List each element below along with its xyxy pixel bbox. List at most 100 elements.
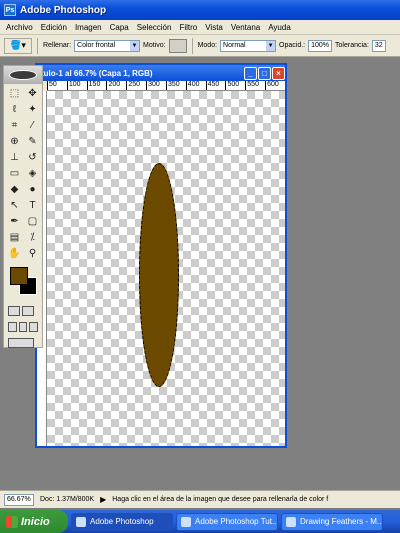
mode-label: Modo: — [197, 42, 218, 49]
ruler-tick: 400 — [185, 81, 206, 90]
ruler-tick: 550 — [245, 81, 265, 90]
eraser-tool-icon[interactable]: ▭ — [6, 166, 23, 181]
horizontal-ruler: 50 100 150 200 250 300 350 400 450 500 5… — [47, 81, 285, 91]
ruler-tick: 50 — [47, 81, 67, 90]
task-label: Drawing Feathers - M... — [300, 517, 383, 526]
menu-vista[interactable]: Vista — [201, 23, 227, 32]
paint-bucket-tool-icon[interactable]: ◈ — [24, 166, 41, 181]
photoshop-icon: Ps — [4, 4, 16, 16]
path-selection-tool-icon[interactable]: ↖ — [6, 198, 23, 213]
document-title-bar: tulo-1 al 66.7% (Capa 1, RGB) _ □ × — [37, 65, 285, 81]
menu-ventana[interactable]: Ventana — [227, 23, 264, 32]
tool-grid: ⬚ ✥ ℓ ✦ ⌗ ⁄ ⊕ ✎ ⊥ ↺ ▭ ◈ ◆ ● ↖ T ✒ ▢ ▤ ⁒ … — [4, 84, 42, 263]
healing-brush-tool-icon[interactable]: ⊕ — [6, 134, 23, 149]
menu-filtro[interactable]: Filtro — [175, 23, 201, 32]
move-tool-icon[interactable]: ✥ — [24, 86, 41, 101]
clone-stamp-tool-icon[interactable]: ⊥ — [6, 150, 23, 165]
color-swatches — [6, 267, 40, 299]
document-window: tulo-1 al 66.7% (Capa 1, RGB) _ □ × 50 1… — [35, 63, 287, 448]
imageready-row — [4, 335, 42, 351]
toolbox: ⬚ ✥ ℓ ✦ ⌗ ⁄ ⊕ ✎ ⊥ ↺ ▭ ◈ ◆ ● ↖ T ✒ ▢ ▤ ⁒ … — [3, 65, 43, 348]
paint-bucket-preset-icon[interactable]: 🪣▾ — [4, 37, 32, 54]
ruler-tick: 600 — [265, 81, 285, 90]
dodge-tool-icon[interactable]: ● — [24, 182, 41, 197]
crop-tool-icon[interactable]: ⌗ — [6, 118, 23, 133]
tolerance-input[interactable]: 32 — [371, 39, 386, 52]
menu-archivo[interactable]: Archivo — [2, 23, 37, 32]
shape-tool-icon[interactable]: ▢ — [24, 214, 41, 229]
feather-shape-selection[interactable] — [139, 163, 179, 387]
slice-tool-icon[interactable]: ⁄ — [24, 118, 41, 133]
eyedropper-tool-icon[interactable]: ⁒ — [24, 230, 41, 245]
ruler-tick: 250 — [126, 81, 146, 90]
windows-flag-icon — [6, 515, 18, 528]
document-canvas[interactable] — [47, 91, 285, 446]
magic-wand-tool-icon[interactable]: ✦ — [24, 102, 41, 117]
tolerance-label: Tolerancia: — [335, 42, 369, 49]
pattern-label: Motivo: — [143, 42, 166, 49]
menu-imagen[interactable]: Imagen — [71, 23, 106, 32]
minimize-icon[interactable]: _ — [244, 66, 257, 80]
jump-to-imageready-icon[interactable] — [8, 338, 34, 348]
blur-tool-icon[interactable]: ◆ — [6, 182, 23, 197]
lasso-tool-icon[interactable]: ℓ — [6, 102, 23, 117]
photoshop-eye-icon — [9, 70, 37, 80]
full-screen-icon[interactable] — [29, 322, 39, 332]
ruler-tick: 500 — [225, 81, 245, 90]
history-brush-tool-icon[interactable]: ↺ — [24, 150, 41, 165]
ruler-tick: 450 — [205, 81, 226, 90]
taskbar: Inicio Adobe Photoshop Adobe Photoshop T… — [0, 510, 400, 533]
standard-screen-icon[interactable] — [8, 322, 17, 332]
separator — [191, 37, 193, 54]
pen-tool-icon[interactable]: ✒ — [6, 214, 23, 229]
status-menu-icon[interactable]: ▶ — [100, 495, 106, 504]
task-drawing-feathers[interactable]: Drawing Feathers - M... — [281, 512, 383, 531]
menu-bar: Archivo Edición Imagen Capa Selección Fi… — [0, 20, 400, 35]
standard-mode-icon[interactable] — [8, 306, 20, 316]
fill-label: Rellenar: — [43, 42, 72, 49]
close-icon[interactable]: × — [272, 66, 285, 80]
status-bar: 66.67% Doc: 1.37M/800K ▶ Haga clic en el… — [0, 490, 400, 508]
status-hint: Haga clic en el área de la imagen que de… — [112, 496, 329, 503]
hand-tool-icon[interactable]: ✋ — [6, 246, 23, 261]
menu-seleccion[interactable]: Selección — [133, 23, 176, 32]
opacity-label: Opacid.: — [279, 42, 306, 49]
fill-select[interactable]: Color frontal — [74, 39, 141, 52]
toolbox-header[interactable] — [4, 66, 42, 84]
app-title: Adobe Photoshop — [20, 4, 107, 16]
options-bar: 🪣▾ Rellenar: Color frontal Motivo: Modo:… — [0, 35, 400, 57]
task-photoshop[interactable]: Adobe Photoshop — [71, 512, 173, 531]
quick-mask-icon[interactable] — [22, 306, 34, 316]
mode-select[interactable]: Normal — [220, 39, 277, 52]
screen-mode-row — [4, 319, 42, 335]
photoshop-task-icon — [76, 516, 86, 527]
menu-capa[interactable]: Capa — [106, 23, 133, 32]
task-label: Adobe Photoshop Tut... — [195, 517, 278, 526]
doc-size: Doc: 1.37M/800K — [40, 496, 95, 503]
document-title: tulo-1 al 66.7% (Capa 1, RGB) — [41, 68, 153, 78]
mask-mode-row — [4, 303, 42, 319]
foreground-color-swatch[interactable] — [10, 267, 28, 285]
ruler-tick: 100 — [66, 81, 87, 90]
menu-ayuda[interactable]: Ayuda — [264, 23, 295, 32]
pattern-picker[interactable] — [168, 38, 187, 53]
menu-edicion[interactable]: Edición — [37, 23, 71, 32]
maximize-icon[interactable]: □ — [258, 66, 271, 80]
browser-task-icon — [286, 516, 296, 527]
start-label: Inicio — [21, 515, 50, 528]
browser-task-icon — [181, 516, 191, 527]
ruler-tick: 200 — [106, 81, 126, 90]
full-screen-menu-icon[interactable] — [18, 322, 28, 332]
task-photoshop-tutorial[interactable]: Adobe Photoshop Tut... — [176, 512, 278, 531]
zoom-level-input[interactable]: 66.67% — [4, 493, 34, 506]
notes-tool-icon[interactable]: ▤ — [6, 230, 23, 245]
ruler-tick: 150 — [86, 81, 107, 90]
app-title-bar: Ps Adobe Photoshop — [0, 0, 400, 20]
marquee-tool-icon[interactable]: ⬚ — [6, 86, 23, 101]
start-button[interactable]: Inicio — [0, 510, 68, 533]
type-tool-icon[interactable]: T — [24, 198, 41, 213]
task-label: Adobe Photoshop — [90, 517, 154, 526]
zoom-tool-icon[interactable]: ⚲ — [24, 246, 41, 261]
brush-tool-icon[interactable]: ✎ — [24, 134, 41, 149]
opacity-input[interactable]: 100% — [308, 39, 333, 52]
